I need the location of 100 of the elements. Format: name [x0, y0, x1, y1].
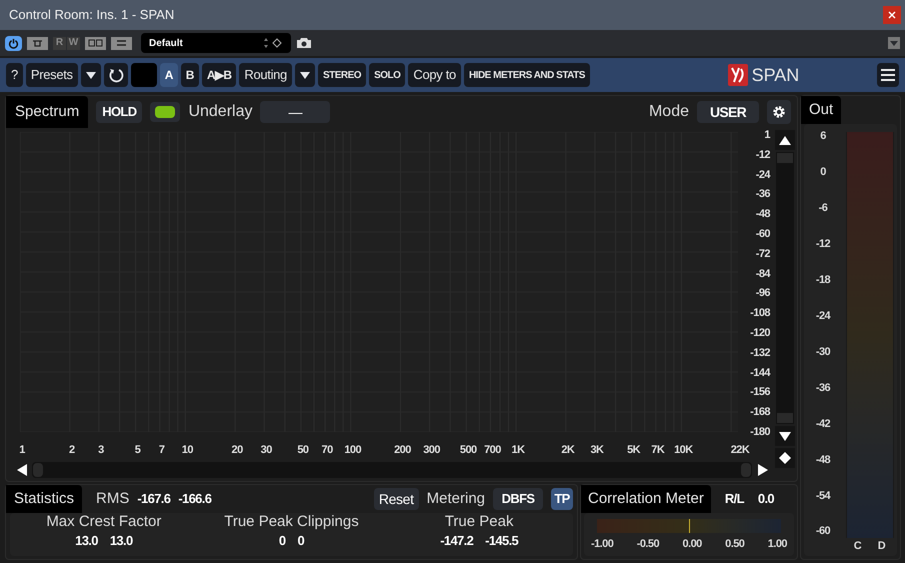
mode-label: Mode: [648, 102, 689, 122]
compare-button[interactable]: [85, 36, 106, 50]
level-scale-label: -54: [816, 488, 830, 504]
bypass-button[interactable]: [27, 36, 48, 50]
statistics-tab[interactable]: Statistics: [6, 485, 82, 513]
hold-button[interactable]: HOLD: [96, 101, 142, 123]
frequency-label: 1K: [512, 443, 525, 458]
db-label: -168: [750, 406, 770, 418]
scroll-up-button[interactable]: [775, 130, 795, 150]
db-label: -48: [756, 208, 770, 220]
spectrum-tab[interactable]: Spectrum: [6, 96, 88, 128]
frequency-label: 30: [260, 443, 272, 458]
spinner-icon: [263, 37, 283, 49]
vertical-scrollbar[interactable]: [776, 152, 794, 424]
channel-label: D: [878, 538, 886, 554]
db-label: -132: [750, 346, 770, 359]
toolbar-button[interactable]: Routing: [239, 63, 292, 87]
dropdown-icon[interactable]: [888, 37, 900, 49]
toolbar-button[interactable]: STEREO: [318, 63, 366, 87]
frequency-label: 200: [394, 443, 411, 458]
stat-value: -147.2: [440, 532, 474, 550]
correlation-mode: R/L: [724, 490, 744, 508]
db-label: 1: [764, 129, 770, 141]
dropdown-button[interactable]: [80, 63, 101, 87]
frequency-label: 7K: [651, 443, 664, 458]
correlation-scale-label: -1.00: [591, 537, 614, 552]
out-tab[interactable]: Out: [801, 96, 842, 124]
left-arrow-icon: [17, 464, 27, 476]
power-button[interactable]: [5, 36, 22, 50]
reset-button[interactable]: Reset: [374, 488, 419, 510]
horizontal-scrollbar[interactable]: [32, 462, 752, 478]
ab-toggle[interactable]: A▶B: [202, 63, 236, 87]
underlay-label: Underlay: [188, 102, 252, 122]
db-label: -36: [756, 188, 770, 200]
close-icon: [888, 11, 896, 19]
stat-value: -145.5: [485, 532, 518, 550]
level-scale-label: -18: [816, 272, 830, 288]
zoom-button[interactable]: [775, 448, 795, 468]
correlation-scale-label: 0.00: [682, 537, 702, 552]
reset-button[interactable]: [104, 63, 128, 87]
frequency-label: 1: [19, 443, 25, 458]
correlation-value: 0.0: [758, 490, 774, 508]
camera-icon[interactable]: [296, 37, 312, 49]
level-scale-label: -42: [816, 416, 830, 432]
scroll-down-button[interactable]: [775, 426, 795, 446]
frequency-label: 700: [484, 443, 501, 458]
frequency-label: 22K: [730, 443, 750, 458]
level-scale-label: -24: [816, 308, 830, 324]
stat-label: Max Crest Factor: [46, 513, 162, 531]
frequency-label: 50: [297, 443, 308, 458]
stat-label: True Peak: [444, 513, 514, 531]
level-scale-label: -12: [816, 236, 830, 252]
menu-button[interactable]: [877, 63, 899, 87]
correlation-scale-label: 1.00: [768, 537, 787, 552]
rms-label: RMS: [96, 488, 130, 509]
frequency-label: 10K: [674, 443, 693, 458]
stat-value: 0: [297, 532, 304, 550]
ab-toggle[interactable]: B: [180, 63, 199, 87]
db-label: -144: [750, 366, 770, 379]
true-peak-toggle[interactable]: TP: [551, 488, 573, 510]
toolbar-button[interactable]: Copy to: [408, 63, 461, 87]
settings-icon: [771, 104, 787, 120]
toolbar-button[interactable]: HIDE METERS AND STATS: [464, 63, 590, 87]
frequency-label: 7: [158, 443, 164, 458]
dropdown-button[interactable]: [294, 63, 315, 87]
preset-field[interactable]: Default: [141, 33, 291, 53]
power-icon: [8, 38, 19, 48]
db-label: -72: [756, 248, 770, 260]
ab-toggle[interactable]: A: [160, 63, 178, 87]
mode-button[interactable]: USER: [697, 101, 759, 123]
hold-indicator[interactable]: [150, 102, 180, 122]
frequency-label: 2: [68, 443, 75, 458]
toolbar-button[interactable]: SOLO: [369, 63, 406, 87]
frequency-label: 5: [134, 443, 140, 458]
stat-value: 13.0: [75, 532, 98, 550]
frequency-label: 100: [344, 443, 362, 458]
correlation-tab[interactable]: Correlation Meter: [581, 485, 711, 513]
circular-arrow-icon: [108, 67, 124, 83]
db-label: -12: [756, 148, 770, 161]
frequency-label: 10: [182, 443, 193, 458]
db-label: -84: [756, 268, 770, 280]
stat-value: 0: [278, 532, 286, 550]
toolbar-button[interactable]: Presets: [26, 63, 78, 87]
close-button[interactable]: [883, 6, 901, 24]
stat-label: True Peak Clippings: [224, 513, 359, 531]
underlay-dropdown[interactable]: —: [260, 101, 330, 123]
menu-icon: [881, 69, 895, 81]
level-scale-label: -60: [816, 524, 830, 540]
frequency-label: 70: [322, 443, 333, 458]
frequency-label: 20: [232, 443, 243, 458]
db-label: -180: [750, 426, 770, 438]
level-scale-label: -6: [818, 200, 828, 216]
rms-value: -167.6: [137, 490, 170, 508]
logo-text: SPAN: [752, 64, 800, 86]
frequency-label: 500: [460, 443, 477, 458]
metering-dropdown[interactable]: DBFS: [493, 488, 543, 510]
blank-slot: [130, 63, 157, 87]
db-label: -156: [750, 386, 770, 398]
right-arrow-icon: [758, 464, 768, 476]
toolbar-button[interactable]: ?: [6, 63, 23, 87]
